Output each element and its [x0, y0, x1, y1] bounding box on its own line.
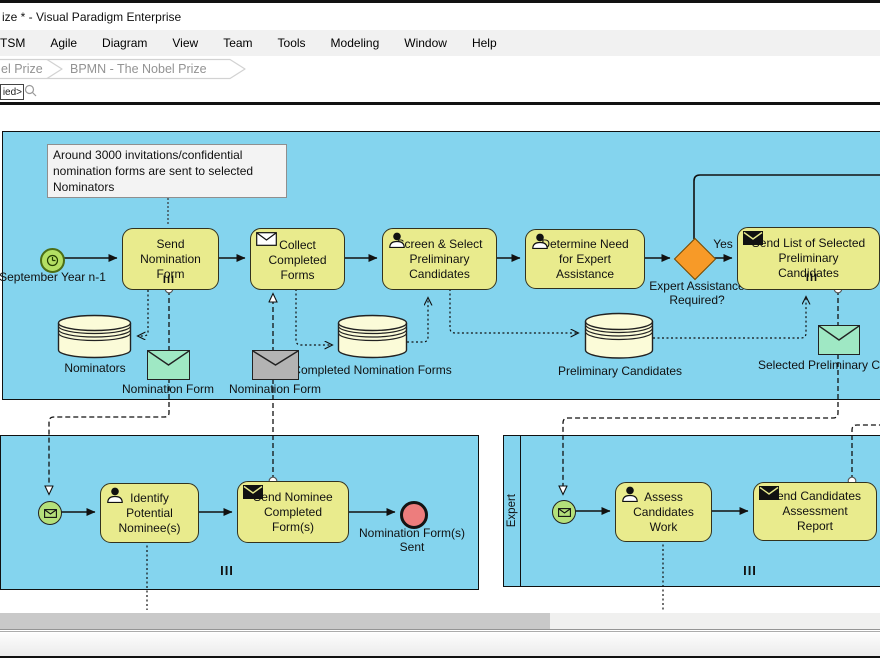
- clock-icon: [46, 254, 59, 267]
- horizontal-scrollbar-thumb[interactable]: [0, 613, 550, 629]
- quick-access-bar: ied>: [0, 82, 880, 102]
- datastore-nominators[interactable]: [57, 314, 132, 359]
- application-window: ize * - Visual Paradigm Enterprise TSM A…: [0, 0, 880, 658]
- multi-instance-marker: III: [157, 274, 181, 286]
- task-assess-candidates-work[interactable]: Assess Candidates Work: [615, 482, 712, 542]
- message-icon: [558, 508, 571, 517]
- task-label: Assess Candidates Work: [629, 490, 699, 535]
- task-label: Determine Need for Expert Assistance: [535, 237, 635, 282]
- message-start-event-expert[interactable]: [552, 500, 576, 524]
- timer-start-label: September Year n-1: [0, 270, 110, 284]
- task-identify-potential-nominees[interactable]: Identify Potential Nominee(s): [100, 483, 199, 543]
- datastore-nominators-label: Nominators: [45, 361, 145, 375]
- breadcrumb-item-project[interactable]: el Prize: [1, 62, 43, 76]
- menu-item-tools[interactable]: Tools: [278, 36, 306, 50]
- datastore-preliminary-label: Preliminary Candidates: [557, 364, 683, 378]
- window-title: ize * - Visual Paradigm Enterprise: [2, 10, 181, 24]
- pool-expert-label: Expert: [506, 494, 518, 527]
- datastore-completed-forms-label: Completed Nomination Forms: [292, 363, 452, 377]
- breadcrumb-item-diagram[interactable]: BPMN - The Nobel Prize: [70, 62, 207, 76]
- menu-item-agile[interactable]: Agile: [50, 36, 77, 50]
- pool-multi-instance-marker: III: [209, 563, 245, 578]
- task-send-candidates-assessment[interactable]: Send Candidates Assessment Report: [753, 482, 877, 541]
- multi-instance-marker: III: [800, 272, 824, 284]
- task-label: Send Candidates Assessment Report: [765, 489, 865, 534]
- menu-item-tsm[interactable]: TSM: [0, 36, 25, 50]
- menu-item-diagram[interactable]: Diagram: [102, 36, 147, 50]
- annotation-note[interactable]: Around 3000 invitations/confidential nom…: [47, 144, 287, 198]
- pool-multi-instance-marker: III: [732, 563, 768, 578]
- user-icon: [106, 487, 124, 503]
- magnifier-icon[interactable]: [24, 84, 38, 98]
- envelope-nomination-form-gray[interactable]: [252, 350, 299, 380]
- gateway-label: Expert Assistance Required?: [644, 279, 750, 307]
- task-determine-need-expert[interactable]: Determine Need for Expert Assistance: [525, 229, 645, 289]
- message-icon: [44, 509, 57, 518]
- end-event-label: Nomination Form(s) Sent: [352, 526, 472, 554]
- envelope-label: Selected Preliminary Candidates: [758, 358, 880, 372]
- menu-item-view[interactable]: View: [172, 36, 198, 50]
- toolbar-divider: [0, 102, 880, 105]
- task-collect-completed-forms[interactable]: Collect Completed Forms: [250, 228, 345, 290]
- user-icon: [388, 232, 406, 248]
- task-send-nominee-completed-forms[interactable]: Send Nominee Completed Form(s): [237, 481, 349, 543]
- envelope-nomination-form-green[interactable]: [147, 350, 190, 380]
- horizontal-scrollbar[interactable]: [0, 613, 880, 630]
- envelope-selected-preliminary[interactable]: [818, 325, 860, 355]
- menu-item-help[interactable]: Help: [472, 36, 497, 50]
- envelope-flap: [819, 326, 859, 342]
- menu-item-team[interactable]: Team: [223, 36, 252, 50]
- zoom-field[interactable]: ied>: [0, 84, 24, 100]
- envelope-flap: [253, 351, 298, 367]
- receive-envelope-icon: [256, 232, 277, 246]
- send-envelope-icon: [759, 486, 779, 500]
- user-icon: [531, 233, 549, 249]
- datastore-completed-forms[interactable]: [337, 314, 408, 359]
- title-bar: ize * - Visual Paradigm Enterprise: [0, 3, 880, 30]
- pool-expert-band[interactable]: Expert: [504, 436, 521, 586]
- menu-item-modeling[interactable]: Modeling: [331, 36, 380, 50]
- user-icon: [621, 486, 639, 502]
- envelope-flap: [148, 351, 189, 367]
- menu-bar: TSM Agile Diagram View Team Tools Modeli…: [0, 30, 880, 56]
- envelope-label: Nomination Form: [108, 382, 228, 396]
- envelope-label: Nomination Form: [215, 382, 335, 396]
- send-envelope-icon: [243, 485, 263, 499]
- status-bar: [0, 631, 880, 657]
- task-screen-select-candidates[interactable]: Screen & Select Preliminary Candidates: [382, 228, 497, 290]
- breadcrumb: el Prize BPMN - The Nobel Prize: [0, 56, 880, 82]
- gateway-yes-label: Yes: [711, 237, 735, 251]
- menu-item-window[interactable]: Window: [404, 36, 447, 50]
- send-envelope-icon: [743, 231, 763, 245]
- message-start-event-nominator[interactable]: [38, 501, 62, 525]
- end-event-nomination-sent[interactable]: [400, 501, 428, 529]
- datastore-preliminary-candidates[interactable]: [584, 312, 654, 360]
